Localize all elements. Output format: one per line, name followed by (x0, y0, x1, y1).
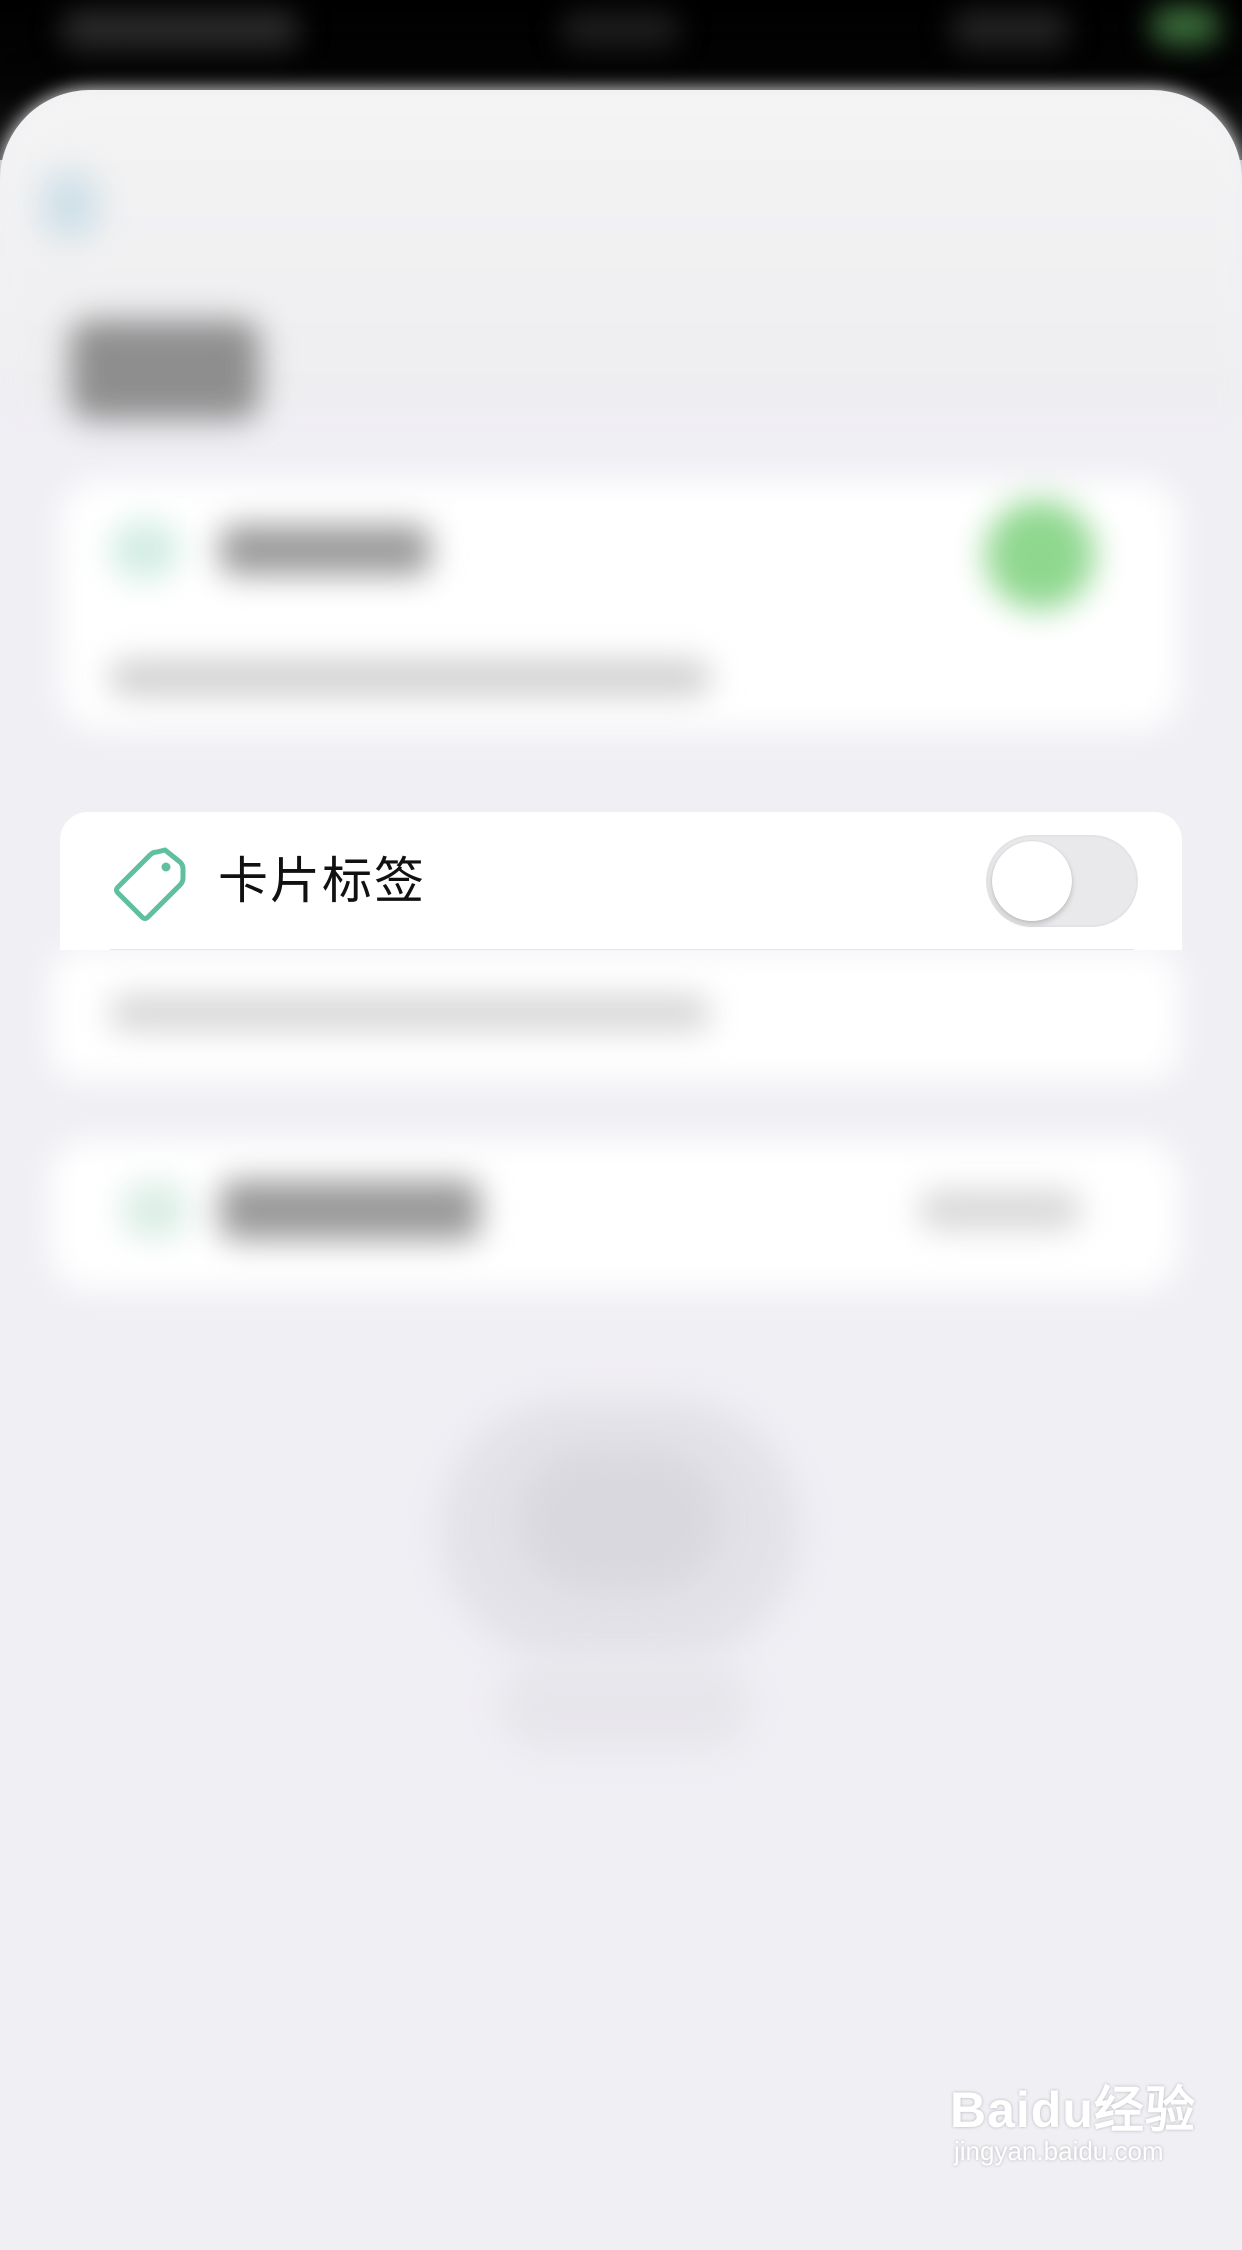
blurred-card-bottom-label (220, 1180, 480, 1240)
card-tags-setting: 卡片标签 (60, 812, 1182, 950)
tag-icon (114, 847, 186, 921)
status-blur-battery (1150, 6, 1220, 46)
blurred-page-title (70, 320, 260, 420)
toggle-knob[interactable] (992, 841, 1072, 921)
blurred-card-top-icon (110, 520, 180, 580)
blurred-card-top-description (110, 660, 710, 696)
blurred-illustration-inner (520, 1450, 720, 1590)
status-blur-time (560, 12, 680, 48)
watermark-url: jingyan.baidu.com (954, 2136, 1164, 2166)
watermark-logo: Baidu经验 (950, 2082, 1196, 2138)
blurred-card-bottom-icon (120, 1180, 190, 1240)
card-tags-toggle[interactable] (986, 835, 1138, 927)
baidu-jingyan-watermark: Baidu经验 jingyan.baidu.com (950, 2070, 1200, 2180)
blurred-toggle-on (985, 500, 1095, 610)
blurred-card-bottom-value (920, 1190, 1080, 1230)
blurred-card-top-label (220, 525, 430, 575)
status-blur-signal (950, 10, 1070, 50)
status-blur-carrier (60, 10, 300, 50)
blurred-back-icon (40, 170, 100, 240)
card-tags-label: 卡片标签 (218, 852, 426, 910)
blurred-card-middle-description (110, 995, 710, 1031)
blurred-button (500, 1660, 750, 1750)
card-divider (110, 949, 1134, 950)
